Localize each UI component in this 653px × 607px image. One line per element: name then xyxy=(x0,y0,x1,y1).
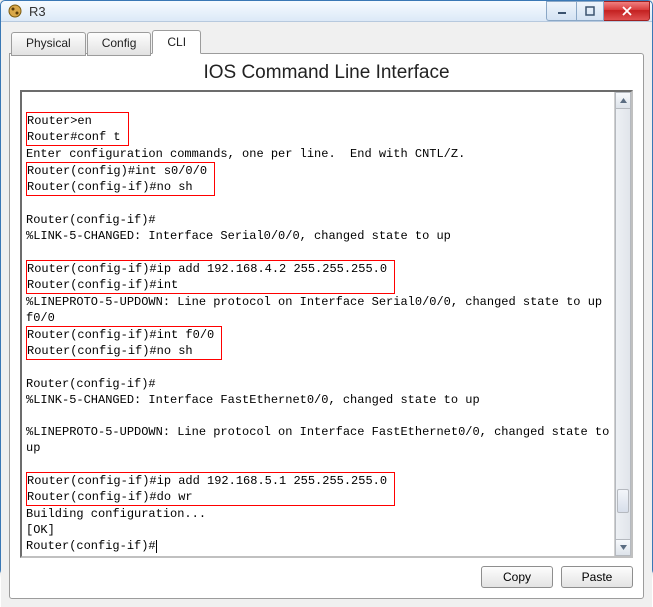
terminal-line: Router(config-if)#no sh xyxy=(27,343,221,359)
content-area: Physical Config CLI IOS Command Line Int… xyxy=(1,22,652,607)
terminal-line: Router(config)#int s0/0/0 xyxy=(27,163,214,179)
terminal-line: Router(config-if)#no sh xyxy=(27,179,214,195)
scroll-thumb[interactable] xyxy=(617,489,629,513)
text-cursor xyxy=(156,540,157,553)
terminal-output[interactable]: Router>en Router#conf t Enter configurat… xyxy=(22,92,614,556)
terminal-line: Router(config-if)#int f0/0 xyxy=(27,327,221,343)
highlight-box: Router(config)#int s0/0/0 Router(config-… xyxy=(26,162,215,196)
terminal-line xyxy=(26,244,612,260)
terminal-line: %LINK-5-CHANGED: Interface Serial0/0/0, … xyxy=(26,228,612,244)
minimize-icon xyxy=(557,6,567,16)
terminal-line: Router(config-if)#ip add 192.168.4.2 255… xyxy=(27,261,394,277)
highlight-box: Router(config-if)#ip add 192.168.4.2 255… xyxy=(26,260,395,294)
copy-button[interactable]: Copy xyxy=(481,566,553,588)
terminal-line: f0/0 xyxy=(26,310,612,326)
terminal-line xyxy=(26,196,612,212)
window-title: R3 xyxy=(29,4,546,19)
tab-bar: Physical Config CLI xyxy=(9,30,644,54)
terminal-line: Router(config-if)# xyxy=(26,376,612,392)
terminal-line: Router>en xyxy=(27,113,128,129)
terminal-line xyxy=(26,96,612,112)
terminal-line: %LINK-5-CHANGED: Interface FastEthernet0… xyxy=(26,392,612,408)
terminal-line: [OK] xyxy=(26,522,612,538)
chevron-down-icon xyxy=(620,545,627,550)
tab-cli[interactable]: CLI xyxy=(152,30,201,54)
vertical-scrollbar[interactable] xyxy=(614,92,631,556)
titlebar[interactable]: R3 xyxy=(1,1,652,22)
app-icon xyxy=(7,3,23,19)
terminal-line: up xyxy=(26,440,612,456)
button-row: Copy Paste xyxy=(20,566,633,588)
highlight-box: Router>en Router#conf t xyxy=(26,112,129,146)
terminal-line xyxy=(26,360,612,376)
maximize-icon xyxy=(585,6,595,16)
tab-physical[interactable]: Physical xyxy=(11,32,86,56)
terminal-line: Enter configuration commands, one per li… xyxy=(26,146,612,162)
terminal-line: %LINEPROTO-5-UPDOWN: Line protocol on In… xyxy=(26,424,612,440)
tab-config[interactable]: Config xyxy=(87,32,152,56)
app-window: R3 Physical Config CLI IOS Command Line … xyxy=(0,0,653,575)
maximize-button[interactable] xyxy=(576,1,604,21)
panel-title: IOS Command Line Interface xyxy=(20,62,633,84)
terminal-line: Router(config-if)# xyxy=(26,538,612,554)
cli-panel: IOS Command Line Interface Router>en Rou… xyxy=(9,53,644,599)
highlight-box: Router(config-if)#ip add 192.168.5.1 255… xyxy=(26,472,395,506)
terminal-line xyxy=(26,456,612,472)
close-button[interactable] xyxy=(604,1,650,21)
minimize-button[interactable] xyxy=(546,1,576,21)
terminal-line: Router(config-if)#int xyxy=(27,277,394,293)
terminal-line: Router(config-if)#ip add 192.168.5.1 255… xyxy=(27,473,394,489)
chevron-up-icon xyxy=(620,98,627,103)
close-icon xyxy=(621,6,633,16)
scroll-down-button[interactable] xyxy=(615,539,631,556)
highlight-box: Router(config-if)#int f0/0 Router(config… xyxy=(26,326,222,360)
terminal-line: Router(config-if)#do wr xyxy=(27,489,394,505)
terminal-container: Router>en Router#conf t Enter configurat… xyxy=(20,90,633,558)
terminal-line xyxy=(26,408,612,424)
terminal-line: Router#conf t xyxy=(27,129,128,145)
terminal-line: Router(config-if)# xyxy=(26,212,612,228)
terminal-line: Building configuration... xyxy=(26,506,612,522)
scroll-up-button[interactable] xyxy=(615,92,631,109)
paste-button[interactable]: Paste xyxy=(561,566,633,588)
window-controls xyxy=(546,1,650,21)
scroll-track[interactable] xyxy=(615,109,631,539)
terminal-line: %LINEPROTO-5-UPDOWN: Line protocol on In… xyxy=(26,294,612,310)
